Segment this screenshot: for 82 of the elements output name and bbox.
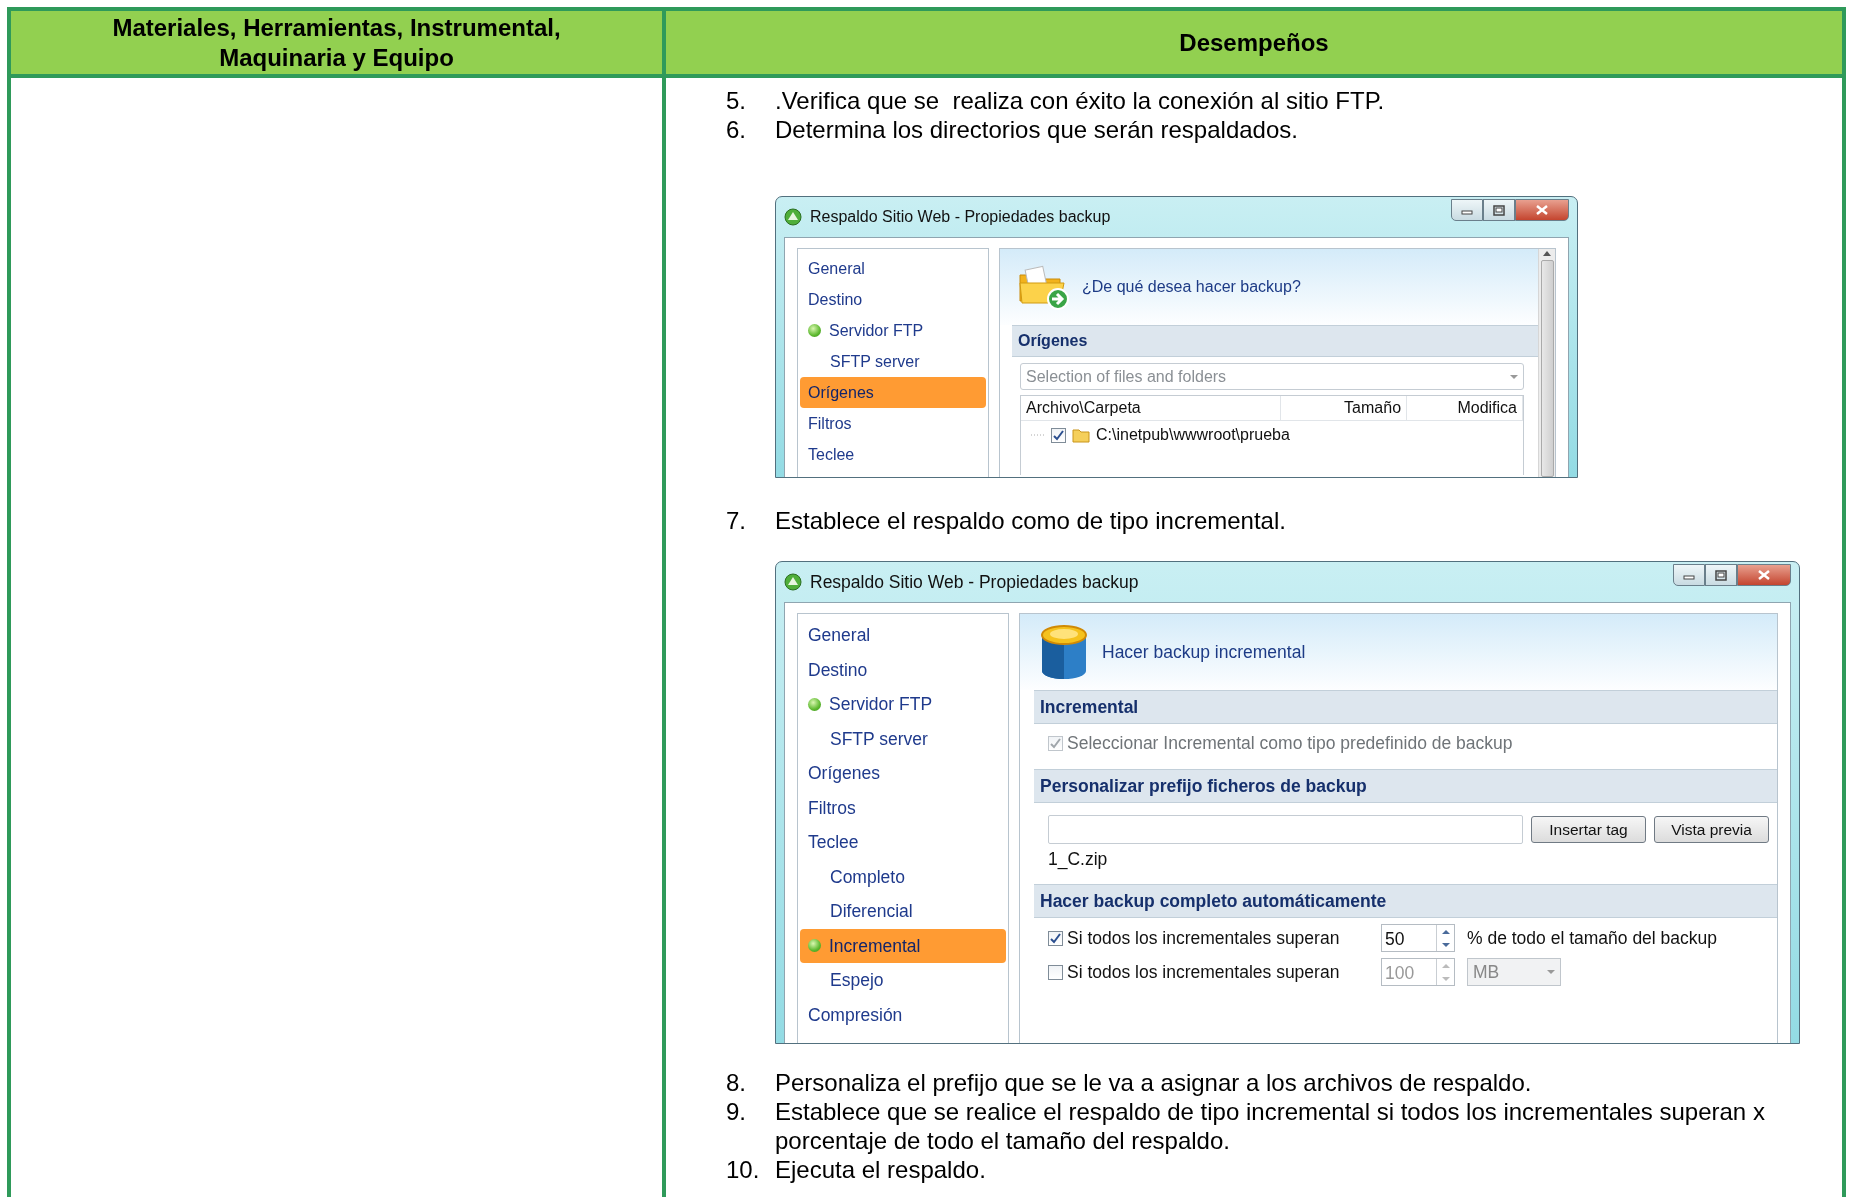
- panel-heading: Hacer backup incremental: [1102, 640, 1306, 664]
- file-path: C:\inetpub\wwwroot\prueba: [1096, 425, 1290, 445]
- nav-item[interactable]: Destino: [800, 652, 1006, 687]
- close-button[interactable]: [1737, 564, 1791, 586]
- checkbox[interactable]: [1051, 427, 1066, 443]
- nav-item[interactable]: Teclee: [800, 825, 1006, 860]
- nav-item[interactable]: SFTP server: [800, 346, 986, 377]
- button[interactable]: Vista previa: [1654, 815, 1769, 843]
- app-icon: [784, 573, 802, 591]
- nav-item[interactable]: Completo: [800, 859, 1006, 894]
- column-header: Desempeños: [666, 11, 1842, 78]
- column-header[interactable]: Tamaño: [1281, 396, 1408, 420]
- nav-item[interactable]: Destino: [800, 284, 986, 315]
- section-header: Orígenes: [1012, 325, 1538, 357]
- unit-label: % de todo el tamaño del backup: [1467, 927, 1718, 951]
- step-text: Personaliza el prefijo que se le va a asignar a los archivos de respaldo.: [775, 1068, 1532, 1097]
- nav-item[interactable]: Servidor FTP: [800, 315, 986, 346]
- checkbox-label: Si todos los incrementales superan: [1067, 927, 1341, 951]
- window-title: Respaldo Sitio Web - Propiedades backup: [810, 570, 1139, 594]
- status-dot-icon: [808, 324, 821, 337]
- step-text: Ejecuta el respaldo.: [775, 1155, 986, 1184]
- step-text: Establece que se realice el respaldo de tipo incremental si todos los incrementales superan x porcentaje de todo el tamaño del respaldo.: [775, 1097, 1766, 1155]
- scroll-thumb[interactable]: [1540, 260, 1554, 477]
- nav-item[interactable]: Filtros: [800, 790, 1006, 825]
- scroll-up-icon[interactable]: [1543, 251, 1551, 256]
- step-number: 7.: [726, 506, 747, 535]
- maximize-icon: [1493, 204, 1505, 216]
- up-arrow-icon[interactable]: [1441, 929, 1450, 934]
- folder-icon: [1018, 263, 1070, 311]
- nav-item[interactable]: Teclee: [800, 439, 986, 470]
- nav-item[interactable]: Servidor FTP: [800, 687, 1006, 722]
- step-text: Determina los directorios que serán respaldados.: [775, 115, 1298, 144]
- column-header[interactable]: Modifica: [1407, 396, 1523, 420]
- window-title: Respaldo Sitio Web - Propiedades backup: [810, 207, 1111, 227]
- dropdown-value: Selection of files and folders: [1026, 366, 1227, 387]
- close-icon: [1535, 204, 1549, 216]
- nav-item[interactable]: SFTP server: [800, 721, 1006, 756]
- checkbox-label: Si todos los incrementales superan: [1067, 961, 1341, 985]
- maximize-button[interactable]: [1705, 564, 1737, 586]
- minimize-button[interactable]: [1673, 564, 1705, 586]
- checkbox[interactable]: [1048, 930, 1063, 946]
- section-header: Hacer backup completo automáticamente: [1034, 884, 1777, 919]
- tree-line-icon: [1031, 431, 1045, 439]
- input-field[interactable]: [1048, 814, 1523, 844]
- nav-item[interactable]: Espejo: [800, 963, 1006, 998]
- column-header[interactable]: Archivo\Carpeta: [1021, 396, 1282, 420]
- app-icon: [784, 208, 802, 226]
- nav-item[interactable]: Compresión: [800, 997, 1006, 1032]
- folder-icon: [1072, 427, 1090, 443]
- step-text: Establece el respaldo como de tipo incremental.: [775, 506, 1286, 535]
- down-arrow-icon[interactable]: [1441, 942, 1450, 947]
- section-header: Personalizar prefijo ficheros de backup: [1034, 768, 1777, 803]
- nav-item[interactable]: Incremental: [800, 928, 1006, 963]
- minimize-button[interactable]: [1451, 199, 1483, 221]
- step-number: 6.: [726, 115, 747, 144]
- nav-item[interactable]: Filtros: [800, 408, 986, 439]
- close-icon: [1757, 569, 1771, 581]
- button[interactable]: Insertar tag: [1531, 815, 1646, 843]
- step-number: 9.: [726, 1097, 747, 1127]
- checkbox-label: Seleccionar Incremental como tipo predefinido de backup: [1067, 732, 1513, 756]
- nav-item[interactable]: Orígenes: [800, 377, 986, 408]
- step-number: 10.: [726, 1155, 761, 1184]
- close-button[interactable]: [1515, 199, 1569, 221]
- panel-heading: ¿De qué desea hacer backup?: [1082, 277, 1301, 297]
- caret-icon: [1547, 970, 1555, 975]
- nav-item[interactable]: General: [800, 253, 986, 284]
- maximize-button[interactable]: [1483, 199, 1515, 221]
- nav-item[interactable]: Orígenes: [800, 756, 1006, 791]
- status-dot-icon: [808, 939, 821, 953]
- step-number: 8.: [726, 1068, 747, 1097]
- nav-item[interactable]: Diferencial: [800, 894, 1006, 929]
- maximize-icon: [1715, 569, 1727, 581]
- number-spinner[interactable]: 50: [1381, 924, 1455, 953]
- nav-item[interactable]: General: [800, 618, 1006, 653]
- status-dot-icon: [808, 697, 821, 711]
- column-header: Materiales, Herramientas, Instrumental, Maquinaria y Equipo: [11, 11, 666, 78]
- step-number: 5.: [726, 86, 747, 115]
- file-name-preview: 1_C.zip: [1048, 847, 1109, 872]
- caret-icon: [1510, 374, 1518, 379]
- step-text: .Verifica que se realiza con éxito la conexión al sitio FTP.: [775, 86, 1385, 115]
- scrollbar[interactable]: [1538, 249, 1555, 477]
- section-header: Incremental: [1034, 690, 1777, 725]
